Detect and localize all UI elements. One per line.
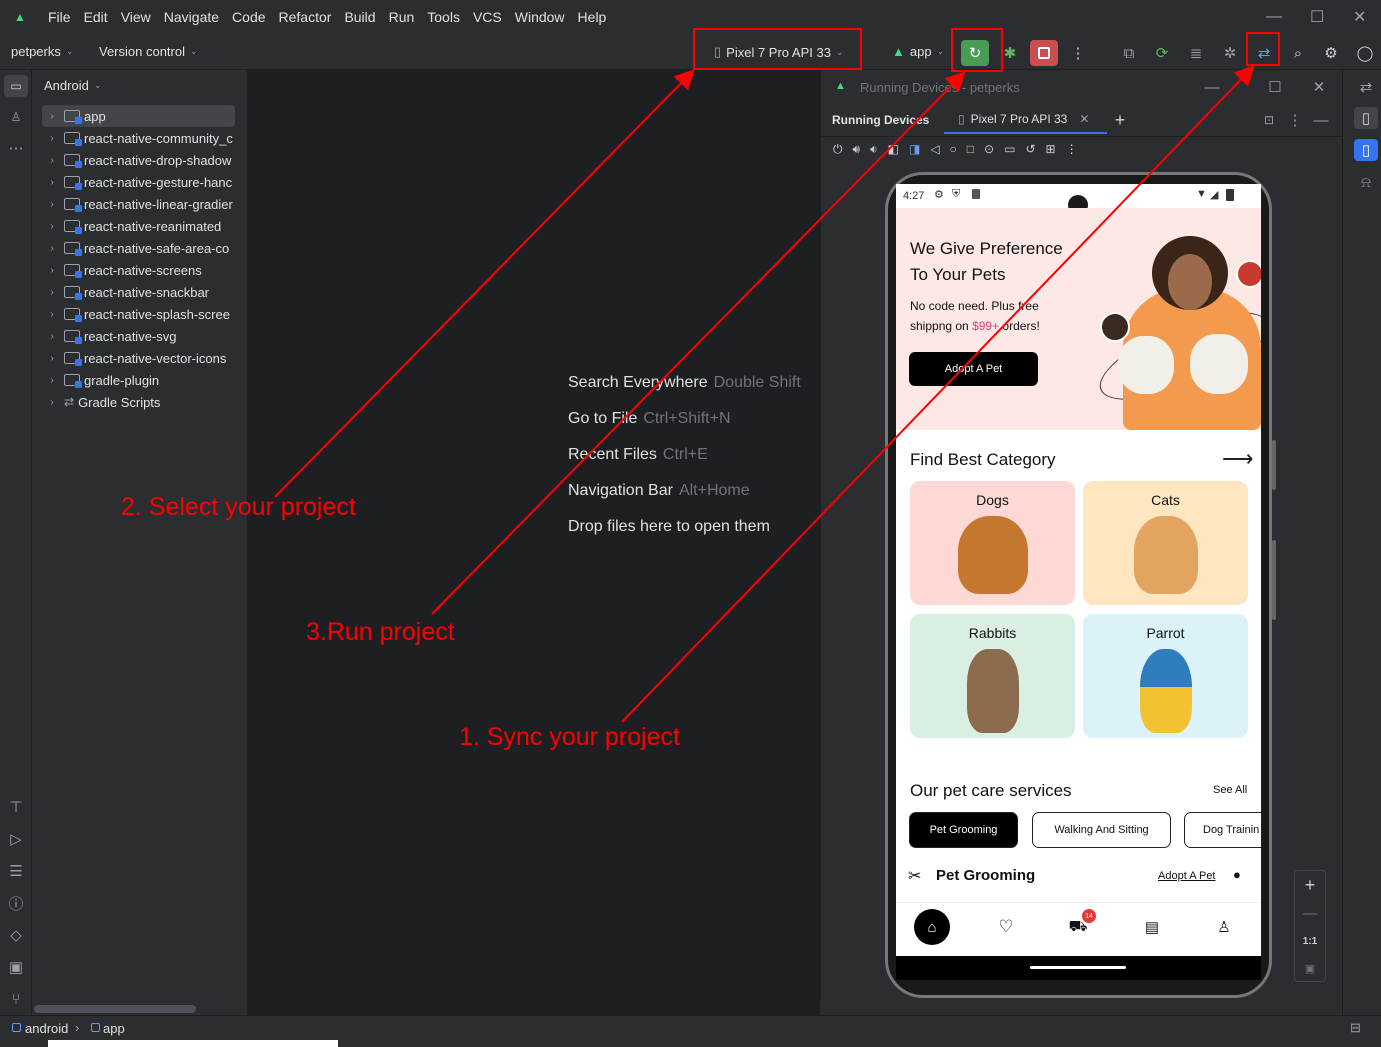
- annotation-step-1: 1. Sync your project: [459, 723, 680, 751]
- arrow-to-sync-button: [621, 65, 1255, 723]
- annotation-step-3: 3.Run project: [306, 618, 455, 646]
- annotation-step-2: 2. Select your project: [121, 493, 356, 521]
- annotation-arrows: [274, 65, 1255, 723]
- arrow-to-device-selector: [274, 69, 695, 498]
- arrow-to-run-button: [431, 71, 966, 615]
